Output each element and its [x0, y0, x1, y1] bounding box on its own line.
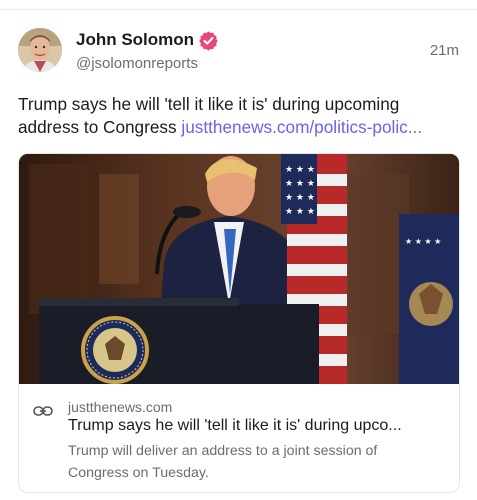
author-name[interactable]: John Solomon [76, 30, 194, 50]
post-timestamp[interactable]: 21m [430, 42, 459, 59]
card-description: Trump will deliver an address to a joint… [68, 443, 378, 481]
post: John Solomon @jsolomonreports 21m Trump … [18, 26, 460, 493]
svg-text:★ ★ ★: ★ ★ ★ [285, 179, 315, 189]
author-handle[interactable]: @jsolomonreports [76, 55, 219, 72]
post-text: Trump says he will 'tell it like it is' … [18, 93, 460, 139]
link-preview-card[interactable]: ★ ★ ★ ★ ★ ★ ★ ★ ★ ★ ★ ★ ★ ★ ★ ★ justthen… [18, 153, 460, 493]
link-icon [33, 404, 53, 416]
card-title[interactable]: Trump says he will 'tell it like it is' … [68, 417, 448, 435]
author-block: John Solomon @jsolomonreports [76, 30, 219, 72]
post-header: John Solomon @jsolomonreports 21m [18, 26, 460, 76]
name-row: John Solomon [76, 30, 219, 51]
svg-text:★ ★ ★: ★ ★ ★ [285, 165, 315, 175]
svg-text:★ ★ ★: ★ ★ ★ [285, 193, 315, 203]
avatar-image [18, 28, 62, 72]
post-link[interactable]: justthenews.com/politics-polic... [181, 117, 422, 137]
card-domain: justthenews.com [68, 399, 173, 415]
top-divider [0, 9, 477, 10]
avatar[interactable] [18, 28, 62, 72]
card-meta: justthenews.com Trump says he will 'tell… [19, 384, 459, 492]
card-image-illustration: ★ ★ ★ ★ ★ ★ ★ ★ ★ ★ ★ ★ ★ ★ ★ ★ [19, 154, 459, 384]
svg-text:★ ★ ★ ★: ★ ★ ★ ★ [405, 237, 441, 246]
card-image[interactable]: ★ ★ ★ ★ ★ ★ ★ ★ ★ ★ ★ ★ ★ ★ ★ ★ [19, 154, 459, 384]
verified-badge-icon [198, 30, 219, 51]
svg-text:★ ★ ★: ★ ★ ★ [285, 207, 315, 217]
